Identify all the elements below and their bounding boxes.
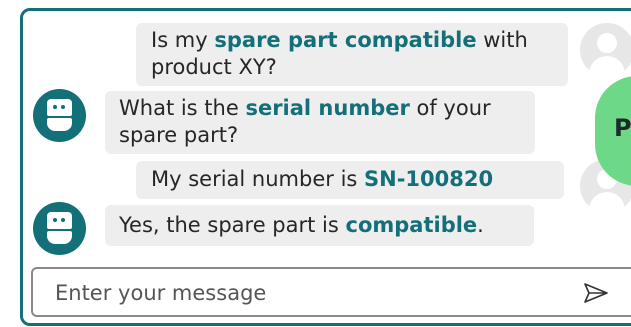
robot-icon bbox=[33, 202, 86, 255]
chat-window: Is my spare part compatible with product… bbox=[20, 8, 631, 326]
message-highlight: SN-100820 bbox=[364, 167, 494, 191]
user-message-2: My serial number is SN-100820 bbox=[136, 161, 564, 199]
send-icon[interactable] bbox=[584, 283, 608, 303]
message-input[interactable]: Enter your message bbox=[31, 267, 631, 317]
message-highlight: compatible bbox=[345, 213, 478, 237]
message-highlight: serial number bbox=[245, 96, 410, 120]
message-text: My serial number is bbox=[151, 167, 365, 191]
robot-icon bbox=[33, 89, 86, 142]
bot-message-2: Yes, the spare part is compatible. bbox=[105, 205, 534, 246]
user-message-1: Is my spare part compatible with product… bbox=[136, 23, 568, 86]
message-placeholder: Enter your message bbox=[55, 281, 267, 305]
message-text: Is my bbox=[151, 28, 215, 52]
bot-message-1: What is the serial number of your spare … bbox=[105, 91, 535, 154]
message-text: . bbox=[477, 213, 484, 237]
side-badge-label: P bbox=[614, 114, 631, 142]
message-highlight: spare part compatible bbox=[214, 28, 477, 52]
message-text: Yes, the spare part is bbox=[119, 213, 346, 237]
message-text: What is the bbox=[119, 96, 246, 120]
user-avatar-icon bbox=[580, 23, 631, 77]
